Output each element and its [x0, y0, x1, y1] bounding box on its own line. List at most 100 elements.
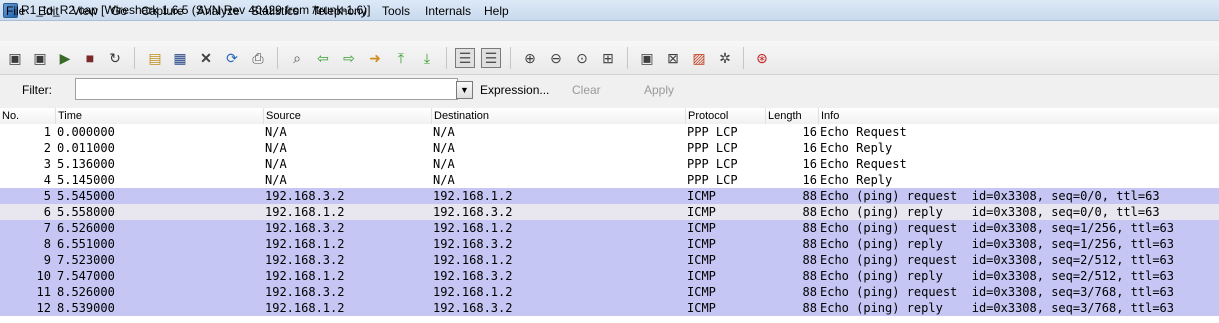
- packet-row[interactable]: 2 0.011000 N/A N/A PPP LCP 16 Echo Reply: [0, 140, 1219, 156]
- zoom-normal-icon[interactable]: ⊙: [572, 48, 592, 68]
- cell-time: 5.558000: [57, 205, 115, 219]
- cell-destination: 192.168.3.2: [433, 269, 513, 283]
- cell-protocol: ICMP: [687, 205, 716, 219]
- cell-time: 0.011000: [57, 141, 115, 155]
- column-header-source[interactable]: Source: [263, 108, 431, 124]
- colorize-icon[interactable]: ☰: [455, 48, 475, 68]
- filter-dropdown-icon[interactable]: ▼: [456, 81, 473, 99]
- cell-source: 192.168.3.2: [265, 253, 345, 267]
- menu-edit[interactable]: Edit: [38, 4, 59, 18]
- packet-row[interactable]: 5 5.545000 192.168.3.2 192.168.1.2 ICMP 88 Ech…: [0, 188, 1219, 204]
- packet-row[interactable]: 8 6.551000 192.168.1.2 192.168.3.2 ICMP 88 Ech…: [0, 236, 1219, 252]
- cell-info: Echo (ping) request id=0x3308, seq=2/512…: [820, 253, 1175, 267]
- save-file-icon[interactable]: ▦: [170, 48, 190, 68]
- cell-info: Echo (ping) reply id=0x3308, seq=2/512, …: [820, 269, 1175, 283]
- menu-analyze[interactable]: Analyze: [197, 4, 240, 18]
- zoom-in-icon[interactable]: ⊕: [520, 48, 540, 68]
- cell-destination: N/A: [433, 173, 455, 187]
- reload-icon[interactable]: ⟳: [222, 48, 242, 68]
- print-icon[interactable]: ⎙: [248, 48, 268, 68]
- cell-destination: 192.168.1.2: [433, 221, 513, 235]
- column-header-destination[interactable]: Destination: [431, 108, 685, 124]
- stop-capture-icon[interactable]: ■: [80, 48, 100, 68]
- cell-protocol: PPP LCP: [687, 173, 738, 187]
- filter-input[interactable]: [75, 78, 458, 100]
- zoom-out-icon[interactable]: ⊖: [546, 48, 566, 68]
- cell-length: 88: [802, 237, 817, 251]
- help-icon[interactable]: ⊛: [752, 48, 772, 68]
- preferences-icon[interactable]: ✲: [715, 48, 735, 68]
- column-header-info[interactable]: Info: [818, 108, 1219, 124]
- packet-row[interactable]: 4 5.145000 N/A N/A PPP LCP 16 Echo Reply: [0, 172, 1219, 188]
- cell-time: 5.145000: [57, 173, 115, 187]
- menu-file[interactable]: File: [6, 4, 25, 18]
- interface-list-icon[interactable]: ▣: [5, 48, 25, 68]
- packet-row[interactable]: 7 6.526000 192.168.3.2 192.168.1.2 ICMP 88 Ech…: [0, 220, 1219, 236]
- display-filters-icon[interactable]: ⊠: [663, 48, 683, 68]
- cell-protocol: ICMP: [687, 253, 716, 267]
- open-file-icon[interactable]: ▤: [145, 48, 165, 68]
- cell-no: 9: [43, 253, 51, 267]
- packet-row[interactable]: 10 7.547000 192.168.1.2 192.168.3.2 ICMP 88 Ec…: [0, 268, 1219, 284]
- cell-length: 88: [802, 205, 817, 219]
- cell-protocol: ICMP: [687, 269, 716, 283]
- menu-view[interactable]: View: [72, 4, 98, 18]
- column-header-time[interactable]: Time: [55, 108, 263, 124]
- cell-info: Echo (ping) reply id=0x3308, seq=3/768, …: [820, 301, 1175, 315]
- column-header-protocol[interactable]: Protocol: [685, 108, 765, 124]
- go-back-icon[interactable]: ⇦: [313, 48, 333, 68]
- cell-length: 88: [802, 253, 817, 267]
- apply-button[interactable]: Apply: [644, 83, 674, 97]
- cell-destination: 192.168.3.2: [433, 237, 513, 251]
- cell-no: 11: [36, 285, 51, 299]
- menu-telephony[interactable]: Telephony: [312, 4, 367, 18]
- toolbar-separator: [627, 47, 628, 69]
- restart-capture-icon[interactable]: ↻: [105, 48, 125, 68]
- go-first-icon[interactable]: ⤒: [391, 48, 411, 68]
- menu-statistics[interactable]: Statistics: [251, 4, 299, 18]
- column-header-length[interactable]: Length: [765, 108, 818, 124]
- packet-row[interactable]: 1 0.000000 N/A N/A PPP LCP 16 Echo Request: [0, 124, 1219, 140]
- cell-info: Echo (ping) reply id=0x3308, seq=0/0, tt…: [820, 205, 1160, 219]
- cell-no: 7: [43, 221, 51, 235]
- go-forward-icon[interactable]: ⇨: [339, 48, 359, 68]
- resize-columns-icon[interactable]: ⊞: [598, 48, 618, 68]
- capture-options-icon[interactable]: ▣: [30, 48, 50, 68]
- cell-no: 12: [36, 301, 51, 315]
- cell-length: 88: [802, 301, 817, 315]
- column-header-no[interactable]: No.: [0, 108, 55, 124]
- cell-source: 192.168.1.2: [265, 205, 345, 219]
- go-last-icon[interactable]: ⤓: [417, 48, 437, 68]
- start-capture-icon[interactable]: ▶: [55, 48, 75, 68]
- cell-no: 5: [43, 189, 51, 203]
- menu-go[interactable]: Go: [111, 4, 127, 18]
- capture-filters-icon[interactable]: ▣: [637, 48, 657, 68]
- toolbar-separator: [510, 47, 511, 69]
- packet-row[interactable]: 12 8.539000 192.168.1.2 192.168.3.2 ICMP 88 Ec…: [0, 300, 1219, 316]
- menu-capture[interactable]: Capture: [141, 4, 184, 18]
- find-icon[interactable]: ⌕: [287, 48, 307, 68]
- cell-time: 8.539000: [57, 301, 115, 315]
- go-to-packet-icon[interactable]: ➜: [365, 48, 385, 68]
- filter-label: Filter:: [22, 83, 52, 97]
- packet-row[interactable]: 9 7.523000 192.168.3.2 192.168.1.2 ICMP 88 Ech…: [0, 252, 1219, 268]
- packet-row[interactable]: 11 8.526000 192.168.3.2 192.168.1.2 ICMP 88 Ec…: [0, 284, 1219, 300]
- autoscroll-icon[interactable]: ☰: [481, 48, 501, 68]
- cell-length: 88: [802, 269, 817, 283]
- menu-internals[interactable]: Internals: [425, 4, 471, 18]
- cell-time: 5.136000: [57, 157, 115, 171]
- packet-row[interactable]: 3 5.136000 N/A N/A PPP LCP 16 Echo Request: [0, 156, 1219, 172]
- cell-source: N/A: [265, 173, 287, 187]
- toolbar-separator: [134, 47, 135, 69]
- cell-length: 88: [802, 189, 817, 203]
- menu-help[interactable]: Help: [484, 4, 509, 18]
- menu-tools[interactable]: Tools: [382, 4, 410, 18]
- packet-row[interactable]: 6 5.558000 192.168.1.2 192.168.3.2 ICMP 88 Ech…: [0, 204, 1219, 220]
- clear-button[interactable]: Clear: [572, 83, 601, 97]
- close-file-icon[interactable]: ✕: [196, 48, 216, 68]
- cell-info: Echo (ping) request id=0x3308, seq=0/0, …: [820, 189, 1160, 203]
- coloring-rules-icon[interactable]: ▨: [689, 48, 709, 68]
- cell-length: 16: [802, 157, 817, 171]
- expression-button[interactable]: Expression...: [480, 83, 549, 97]
- cell-destination: 192.168.3.2: [433, 301, 513, 315]
